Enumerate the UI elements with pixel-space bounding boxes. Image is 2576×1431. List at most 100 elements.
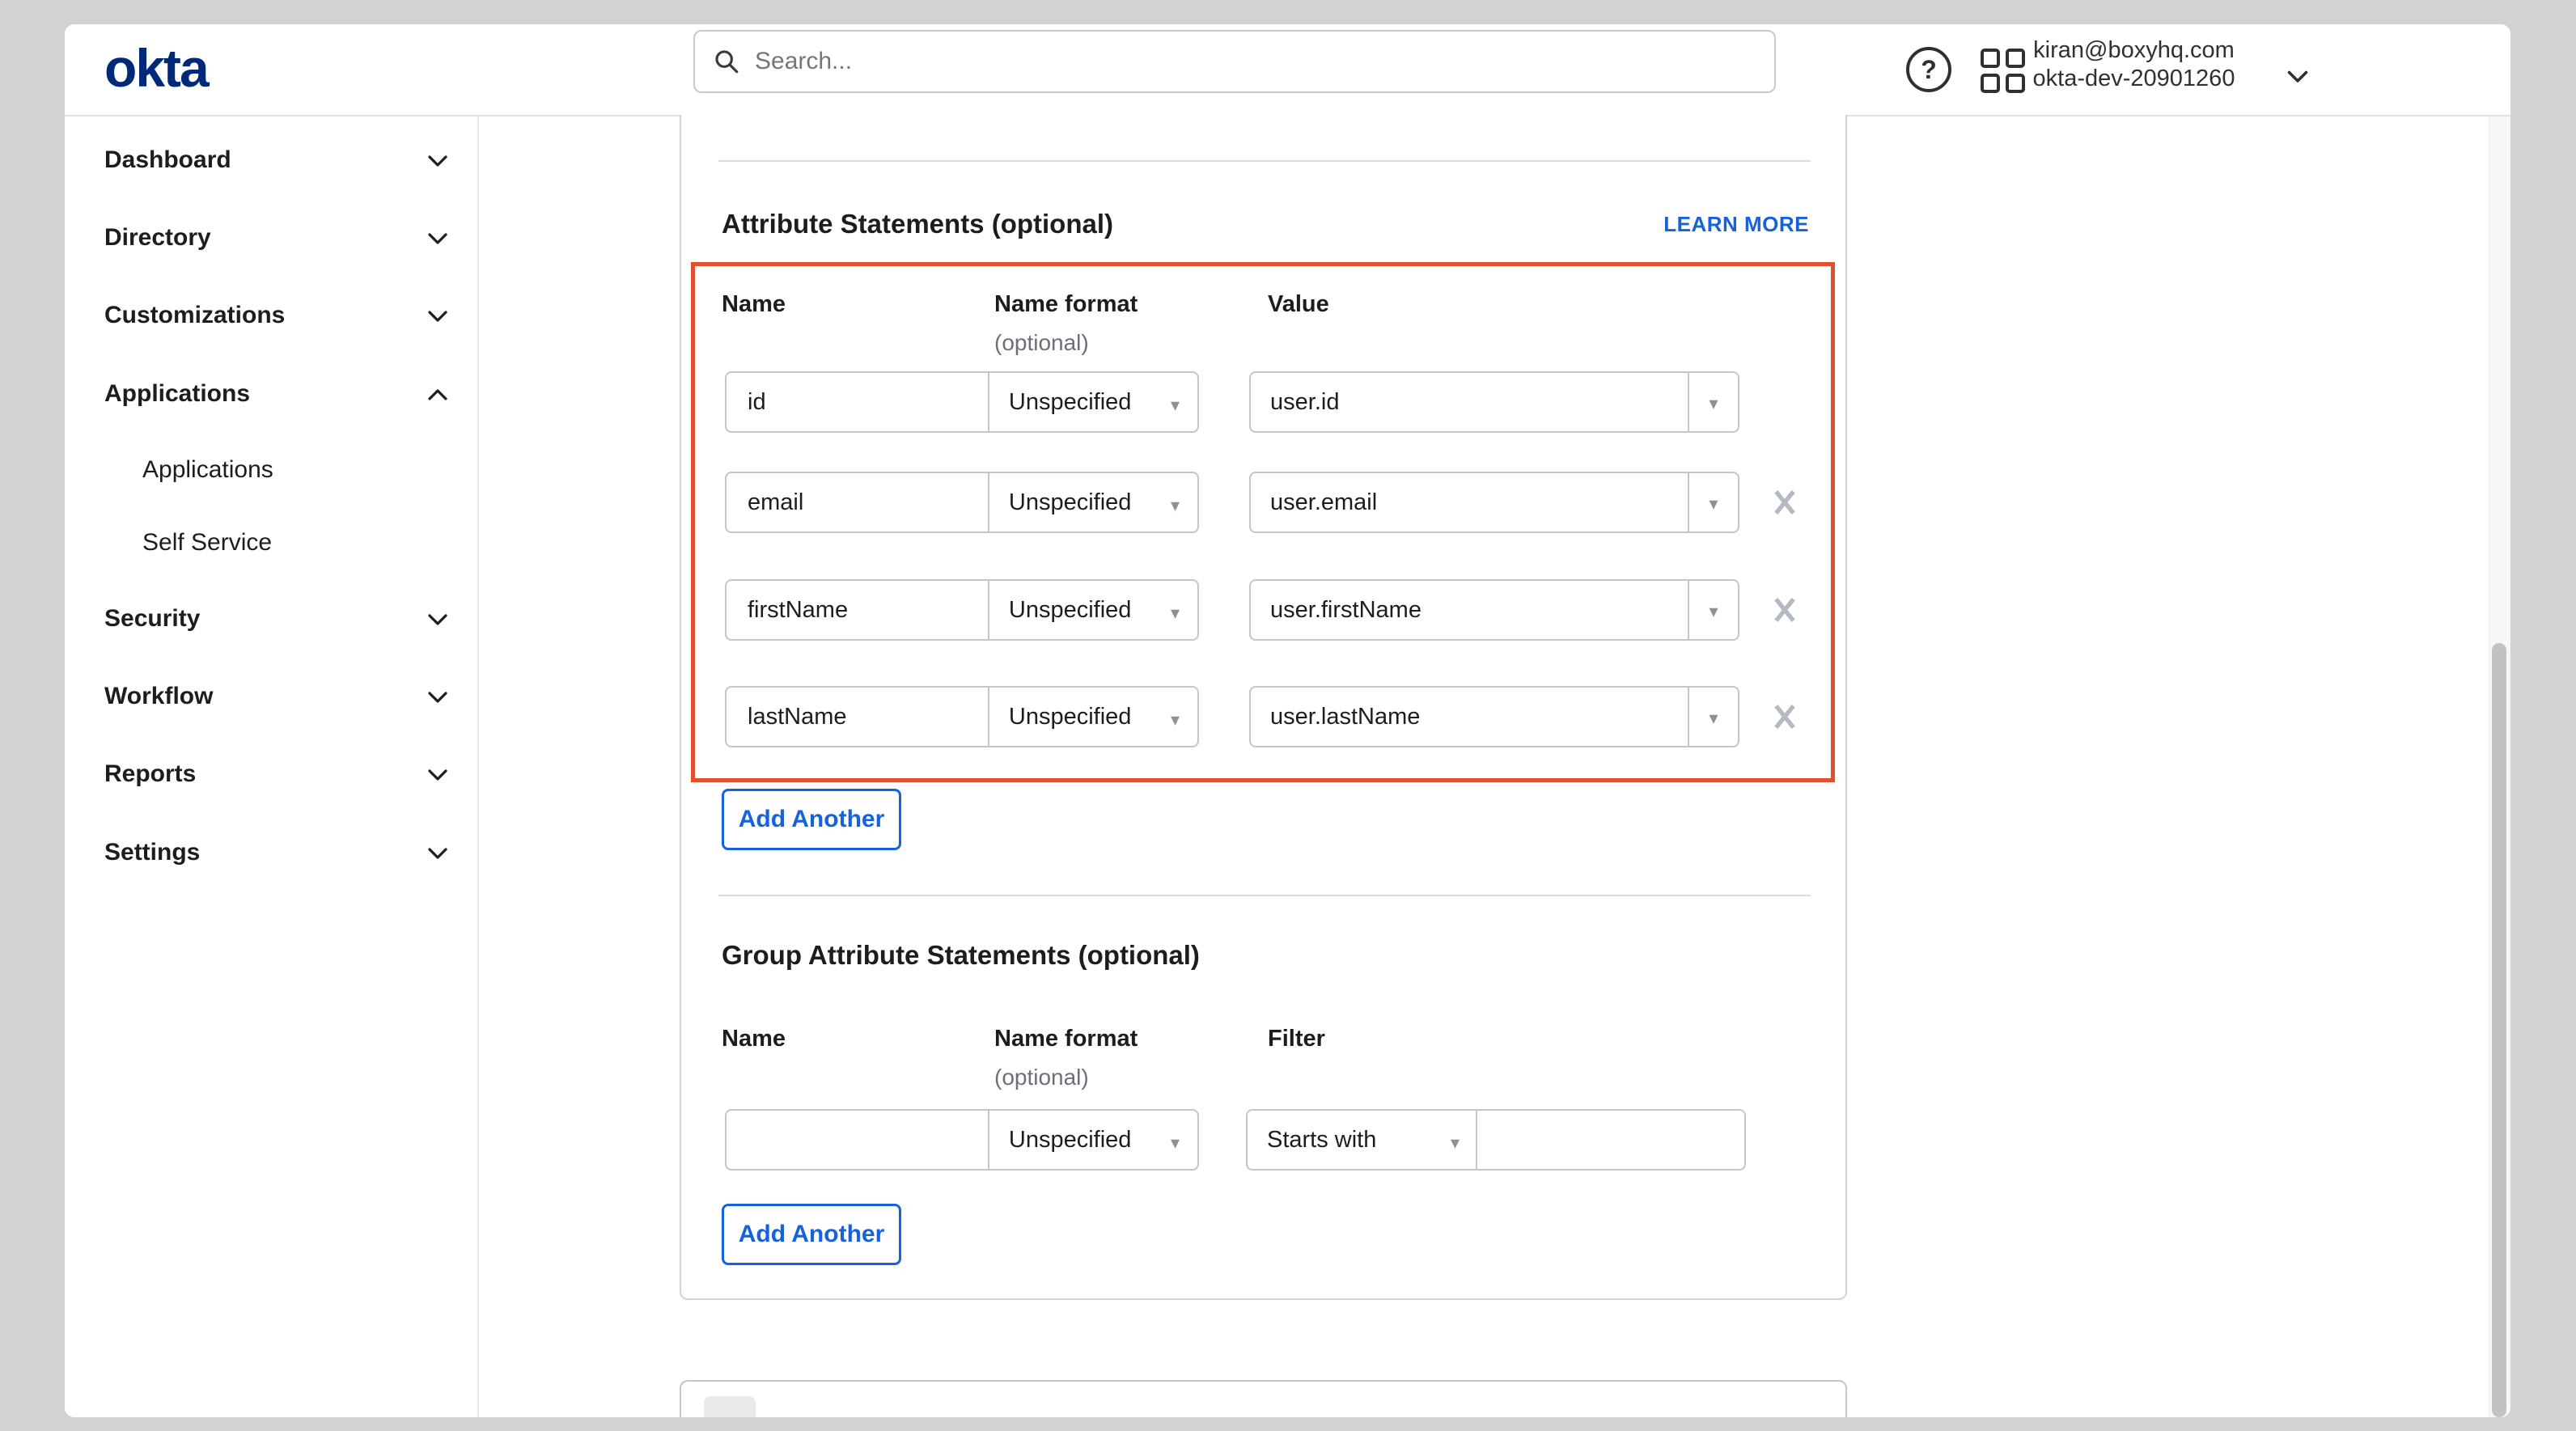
filter-group: Starts with [1246,1109,1746,1171]
chevron-down-icon [425,845,451,862]
value-group: user.lastName [1249,686,1739,747]
name-format-select[interactable]: Unspecified [989,473,1197,531]
value-group: user.firstName [1249,579,1739,641]
grid-square [1981,74,2000,93]
chevron-down-icon [425,308,451,324]
chevron-down-icon [1709,597,1718,624]
attribute-row: id Unspecified user.id [681,371,1845,433]
chevron-down-icon [425,231,451,247]
value-dropdown-button[interactable] [1689,688,1738,746]
chevron-down-icon [425,612,451,628]
attribute-value-input[interactable]: user.firstName [1251,581,1689,639]
chevron-down-icon [1451,1128,1460,1155]
filter-value-input[interactable] [1477,1111,1744,1169]
chevron-down-icon [1171,391,1180,417]
sidebar-item-security[interactable]: Security [65,603,477,635]
name-format-select[interactable]: Unspecified [989,373,1197,431]
search-icon [713,48,740,75]
remove-row-icon[interactable] [1772,487,1798,518]
name-format-select[interactable]: Unspecified [989,688,1197,746]
name-format-group: lastName Unspecified [725,686,1199,747]
column-header-format: Name format [994,291,1138,318]
okta-logo[interactable]: okta [104,37,208,99]
name-format-group: email Unspecified [725,472,1199,533]
attribute-value-input[interactable]: user.lastName [1251,688,1689,746]
group-attribute-statements-title: Group Attribute Statements (optional) [722,940,1200,971]
account-org: okta-dev-20901260 [2006,65,2261,93]
sidebar-item-dashboard[interactable]: Dashboard [65,144,477,176]
attribute-row: firstName Unspecified user.firstName [681,579,1845,641]
chevron-down-icon [1171,705,1180,732]
column-header-value: Value [1268,291,1329,318]
attribute-row: lastName Unspecified user.lastName [681,686,1845,747]
sidebar-item-self-service[interactable]: Self Service [65,527,477,559]
sidebar-item-applications[interactable]: Applications [65,378,477,410]
sidebar: Dashboard Directory Customizations Appli… [65,116,479,1417]
attribute-row: email Unspecified user.email [681,472,1845,533]
chevron-down-icon[interactable] [2283,61,2312,91]
add-another-button[interactable]: Add Another [722,1204,901,1265]
attribute-value-input[interactable]: user.id [1251,373,1689,431]
chevron-down-icon [1171,491,1180,518]
sidebar-item-applications-child[interactable]: Applications [65,454,477,486]
sidebar-item-workflow[interactable]: Workflow [65,680,477,713]
name-format-group: firstName Unspecified [725,579,1199,641]
search-input[interactable]: Search... [693,30,1776,93]
column-note-optional: (optional) [994,1065,1089,1090]
filter-type-select[interactable]: Starts with [1248,1111,1477,1169]
remove-row-icon[interactable] [1772,701,1798,732]
chevron-down-icon [425,689,451,705]
page: { "topbar": { "logo_text": "okta", "sear… [0,0,2576,1431]
attribute-name-input[interactable]: firstName [727,581,989,639]
section-divider [718,160,1811,162]
badge-placeholder [704,1396,756,1417]
okta-admin-window: okta Search... ? kiran@boxyhq.com okta-d… [65,24,2510,1417]
chevron-down-icon [425,767,451,783]
chevron-down-icon [1171,1128,1180,1155]
sidebar-item-directory[interactable]: Directory [65,222,477,254]
name-format-group: Unspecified [725,1109,1199,1171]
section-divider [718,895,1811,896]
chevron-down-icon [1171,599,1180,625]
sidebar-item-reports[interactable]: Reports [65,758,477,790]
saml-settings-card: Attribute Statements (optional) LEARN MO… [680,115,1847,1300]
search-placeholder: Search... [755,48,852,75]
grid-square [1981,49,2000,68]
account-menu[interactable]: kiran@boxyhq.com okta-dev-20901260 [2006,36,2261,93]
name-format-select[interactable]: Unspecified [989,581,1197,639]
top-navbar: okta Search... ? kiran@boxyhq.com okta-d… [65,24,2510,116]
sidebar-item-customizations[interactable]: Customizations [65,299,477,332]
value-dropdown-button[interactable] [1689,373,1738,431]
column-header-name: Name [722,291,786,318]
attribute-value-input[interactable]: user.email [1251,473,1689,531]
value-group: user.email [1249,472,1739,533]
help-icon[interactable]: ? [1906,47,1951,92]
column-note-optional: (optional) [994,330,1089,356]
learn-more-link[interactable]: LEARN MORE [1663,212,1809,237]
group-name-input[interactable] [727,1111,989,1169]
chevron-up-icon [425,387,451,403]
column-header-filter: Filter [1268,1026,1325,1052]
sidebar-item-settings[interactable]: Settings [65,836,477,869]
chevron-down-icon [1709,704,1718,730]
chevron-down-icon [1709,489,1718,516]
chevron-down-icon [425,153,451,169]
account-email: kiran@boxyhq.com [2006,36,2261,65]
name-format-group: id Unspecified [725,371,1199,433]
attribute-name-input[interactable]: email [727,473,989,531]
next-section-card [680,1380,1847,1417]
chevron-down-icon [1709,389,1718,416]
value-dropdown-button[interactable] [1689,581,1738,639]
column-header-format: Name format [994,1026,1138,1052]
add-another-button[interactable]: Add Another [722,789,901,850]
attribute-name-input[interactable]: lastName [727,688,989,746]
remove-row-icon[interactable] [1772,595,1798,625]
attribute-statements-title: Attribute Statements (optional) [722,209,1113,239]
value-dropdown-button[interactable] [1689,473,1738,531]
group-attribute-row: Unspecified Starts with [681,1109,1845,1171]
value-group: user.id [1249,371,1739,433]
attribute-name-input[interactable]: id [727,373,989,431]
column-header-name: Name [722,1026,786,1052]
name-format-select[interactable]: Unspecified [989,1111,1197,1169]
scrollbar-thumb[interactable] [2492,643,2506,1417]
